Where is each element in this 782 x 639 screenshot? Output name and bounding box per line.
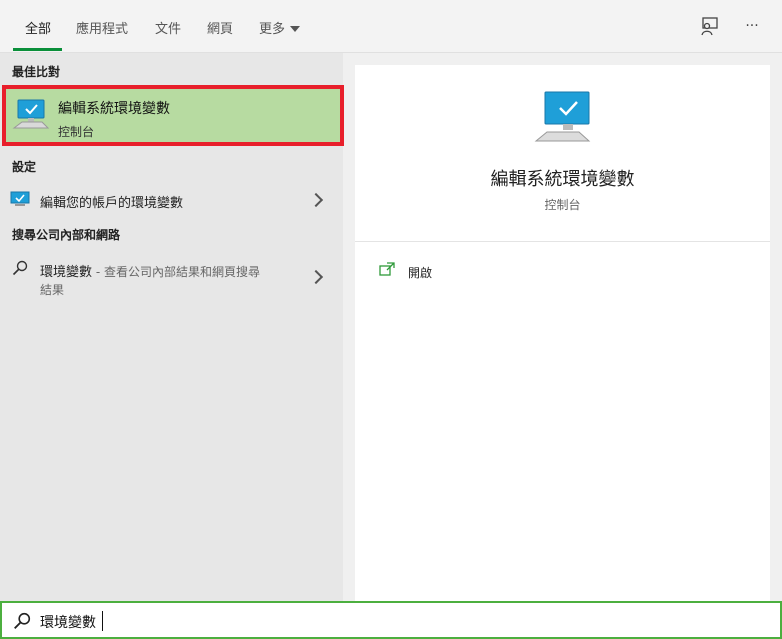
tab-apps[interactable]: 應用程式 xyxy=(76,18,128,37)
section-intranet: 搜尋公司內部和網路 xyxy=(12,228,121,242)
search-box[interactable]: 環境變數 xyxy=(0,601,782,639)
section-best-match: 最佳比對 xyxy=(12,65,61,79)
section-settings: 設定 xyxy=(12,160,37,174)
intranet-description: - 查看公司內部結果和網頁搜尋 xyxy=(92,265,260,279)
intranet-search-text: 環境變數 - 查看公司內部結果和網頁搜尋 xyxy=(40,261,260,280)
chevron-right-icon[interactable] xyxy=(308,192,324,208)
preview-divider xyxy=(355,241,770,242)
best-match-subtitle: 控制台 xyxy=(58,125,95,139)
best-match-item[interactable]: 編輯系統環境變數 控制台 xyxy=(2,85,344,146)
filter-bar: 全部 應用程式 文件 網頁 更多 ··· xyxy=(0,0,782,53)
active-tab-indicator xyxy=(13,48,62,51)
best-match-title: 編輯系統環境變數 xyxy=(58,101,170,117)
open-label: 開啟 xyxy=(408,266,433,280)
preview-title: 編輯系統環境變數 xyxy=(490,169,635,190)
tab-all[interactable]: 全部 xyxy=(25,18,51,37)
account-monitor-icon xyxy=(10,191,30,211)
intranet-query: 環境變數 xyxy=(40,265,93,280)
tab-web[interactable]: 網頁 xyxy=(207,18,233,37)
intranet-description-line-2: 結果 xyxy=(40,283,65,297)
preview-monitor-icon xyxy=(533,89,595,149)
search-icon xyxy=(12,260,28,280)
settings-result-label: 編輯您的帳戶的環境變數 xyxy=(40,196,184,211)
search-icon xyxy=(13,612,31,634)
system-monitor-icon xyxy=(12,98,50,136)
preview-subtitle: 控制台 xyxy=(544,198,581,212)
tab-documents[interactable]: 文件 xyxy=(155,18,181,37)
intranet-search-item[interactable]: 環境變數 - 查看公司內部結果和網頁搜尋 結果 xyxy=(0,254,343,300)
ellipsis-icon[interactable]: ··· xyxy=(740,14,764,38)
text-caret xyxy=(102,611,103,631)
feedback-person-icon[interactable] xyxy=(698,14,722,38)
chevron-down-icon xyxy=(290,25,301,32)
search-input[interactable]: 環境變數 xyxy=(40,612,96,632)
tab-more-label: 更多 xyxy=(259,22,286,37)
preview-pane: 編輯系統環境變數 控制台 開啟 xyxy=(355,65,770,601)
chevron-right-icon[interactable] xyxy=(308,269,324,285)
open-external-icon xyxy=(379,261,395,280)
open-action[interactable]: 開啟 xyxy=(355,255,770,285)
settings-result-item[interactable]: 編輯您的帳戶的環境變數 xyxy=(0,184,343,214)
tab-more[interactable]: 更多 xyxy=(259,18,301,37)
